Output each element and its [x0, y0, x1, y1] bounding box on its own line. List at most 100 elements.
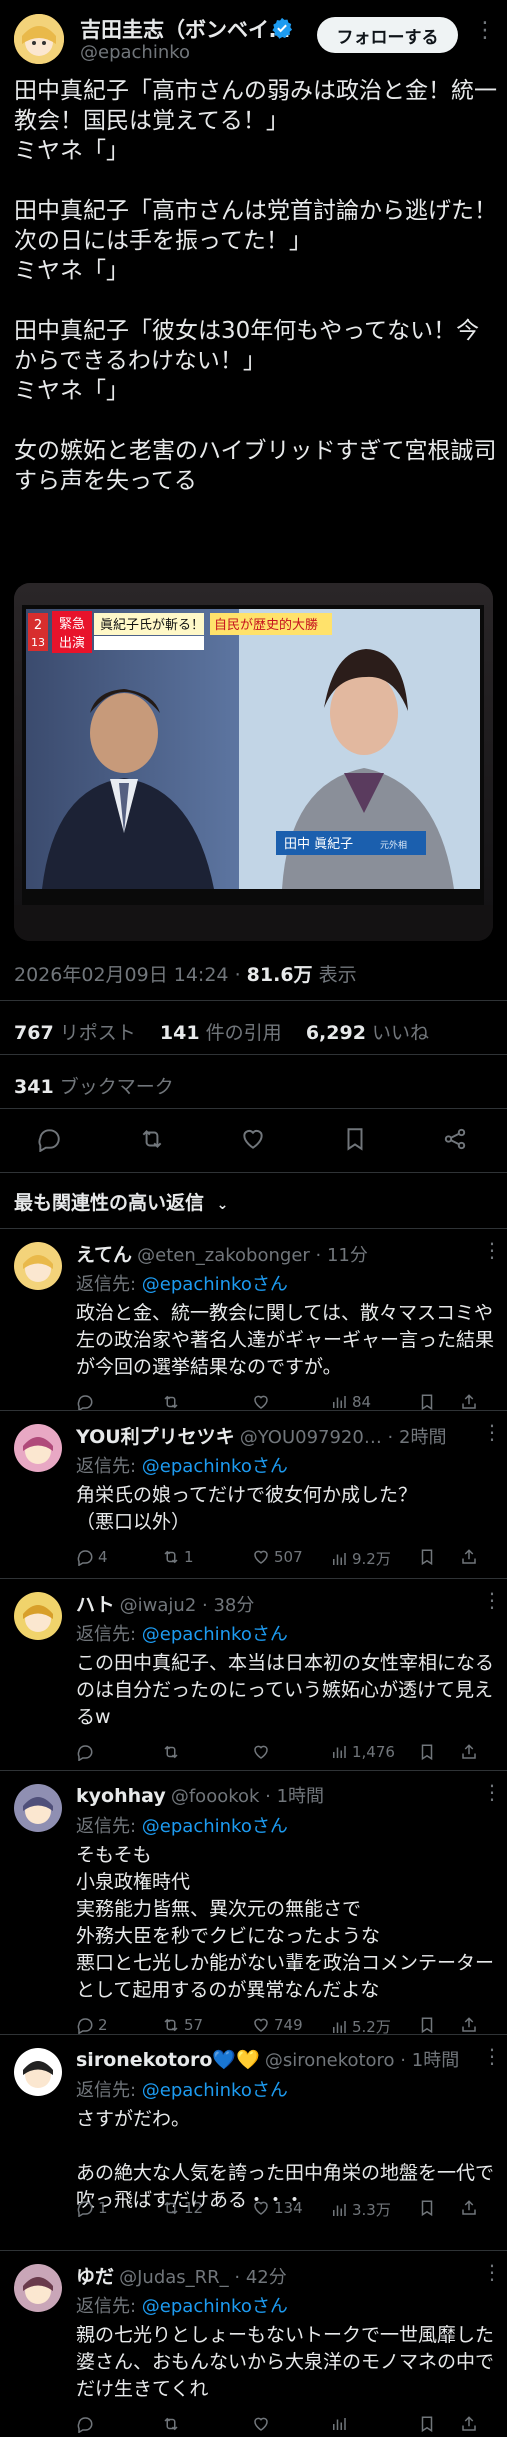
more-options-icon[interactable]: ⋮	[482, 1238, 502, 1262]
repost-icon[interactable]	[139, 1126, 165, 1152]
verified-badge-icon	[272, 17, 293, 39]
reply-repost-button[interactable]: 12	[162, 2199, 203, 2217]
reply-like-button[interactable]	[252, 1393, 274, 1411]
divider	[0, 1054, 507, 1055]
stats-row: 767 リポスト 141 件の引用 6,292 いいね	[14, 1018, 429, 1045]
reply-text: 親の七光りとしょーもないトークで一世風靡した婆さん、おもんないから大泉洋のモノマ…	[76, 2324, 495, 2400]
reply-bookmark-button[interactable]	[418, 2199, 436, 2217]
reply-author-name[interactable]: ゆだ	[76, 2266, 114, 2288]
reply-avatar[interactable]	[14, 1242, 62, 1290]
reply-author-handle[interactable]: @foookok · 1時間	[171, 1786, 324, 1807]
reply-like-button[interactable]	[252, 1743, 274, 1761]
reply-author-handle[interactable]: @iwaju2 · 38分	[120, 1595, 255, 1616]
reply-to-link[interactable]: @epachinkoさん	[142, 1456, 288, 1477]
reply-sort-dropdown[interactable]: 最も関連性の高い返信 ⌄	[14, 1188, 228, 1215]
reply-to-link[interactable]: @epachinkoさん	[142, 1624, 288, 1645]
view-count: 81.6万	[246, 964, 313, 986]
like-stat[interactable]: 6,292 いいね	[306, 1022, 429, 1044]
reply-repost-button[interactable]	[162, 1393, 184, 1411]
divider	[0, 1172, 507, 1173]
reply-like-button[interactable]: 749	[252, 2016, 303, 2034]
headline: 眞紀子氏が斬る！	[100, 618, 204, 633]
timestamp[interactable]: 2026年02月09日 14:24	[14, 964, 229, 986]
reply-actions: 1 12 134 3.3万	[76, 2199, 496, 2221]
bookmark-stat[interactable]: 341 ブックマーク	[14, 1072, 174, 1099]
reply-author-name[interactable]: えてん	[76, 1244, 132, 1266]
reply-reply-button[interactable]: 4	[76, 1548, 108, 1566]
reply-avatar[interactable]	[14, 1784, 62, 1832]
reply-repost-button[interactable]: 1	[162, 1548, 194, 1566]
reply-icon[interactable]	[36, 1126, 62, 1152]
repost-stat[interactable]: 767 リポスト	[14, 1022, 136, 1044]
reply-author-handle[interactable]: @sironekotoro · 1時間	[265, 2050, 459, 2071]
share-icon[interactable]	[442, 1126, 468, 1152]
more-options-icon[interactable]: ⋮	[482, 2044, 502, 2068]
reply-author-name[interactable]: YOU利プリセツキ	[76, 1426, 235, 1448]
quote-stat[interactable]: 141 件の引用	[160, 1022, 282, 1044]
bookmark-icon[interactable]	[342, 1126, 368, 1152]
reply-bookmark-button[interactable]	[418, 2415, 436, 2433]
author-handle[interactable]: @epachinko	[80, 42, 190, 63]
reply-reply-button[interactable]: 2	[76, 2016, 108, 2034]
reply-share-button[interactable]	[460, 2199, 478, 2217]
reply-repost-button[interactable]	[162, 1743, 184, 1761]
like-icon[interactable]	[240, 1126, 266, 1152]
reply-views[interactable]: 9.2万	[330, 1548, 391, 1569]
reply-author-name[interactable]: sironekotoro💙💛	[76, 2049, 260, 2071]
reply-to-link[interactable]: @epachinkoさん	[142, 2296, 288, 2317]
divider	[0, 1000, 507, 1001]
reply-like-button[interactable]: 134	[252, 2199, 303, 2217]
reply-views[interactable]: 3.3万	[330, 2199, 391, 2220]
reply-reply-button[interactable]	[76, 1393, 98, 1411]
reply-to-link[interactable]: @epachinkoさん	[142, 2080, 288, 2101]
tweet-image[interactable]: 2 13 緊急 出演 眞紀子氏が斬る！ 自民が歴史的大勝 田中 眞紀子 元外相	[14, 583, 493, 941]
reply-like-button[interactable]	[252, 2415, 274, 2433]
reply-views[interactable]: 84	[330, 1393, 371, 1411]
reply-avatar[interactable]	[14, 1592, 62, 1640]
reply-author-name[interactable]: ハト	[76, 1594, 115, 1616]
reply-share-button[interactable]	[460, 2415, 478, 2433]
more-options-icon[interactable]: ⋮	[474, 18, 496, 43]
reply-like-button[interactable]: 507	[252, 1548, 303, 1566]
reply-bookmark-button[interactable]	[418, 1393, 436, 1411]
more-options-icon[interactable]: ⋮	[482, 1420, 502, 1444]
author-avatar[interactable]	[14, 14, 64, 64]
reply-avatar[interactable]	[14, 2264, 62, 2312]
more-options-icon[interactable]: ⋮	[482, 1780, 502, 1804]
channel-number: 2	[34, 618, 42, 633]
divider	[0, 2034, 507, 2035]
chevron-down-icon: ⌄	[216, 1197, 229, 1213]
reply-text: さすがだわ。 あの絶大な人気を誇った田中角栄の地盤を一代で吹っ飛ばすだけある・・…	[76, 2108, 495, 2211]
more-options-icon[interactable]: ⋮	[482, 2260, 502, 2284]
reply-to-link[interactable]: @epachinkoさん	[142, 1816, 288, 1837]
reply-bookmark-button[interactable]	[418, 1743, 436, 1761]
reply-bookmark-button[interactable]	[418, 2016, 436, 2034]
reply-share-button[interactable]	[460, 1393, 478, 1411]
reply-author-name[interactable]: kyohhay	[76, 1785, 166, 1807]
more-options-icon[interactable]: ⋮	[482, 1588, 502, 1612]
reply-share-button[interactable]	[460, 1548, 478, 1566]
reply-avatar[interactable]	[14, 2048, 62, 2096]
reply-author-handle[interactable]: @YOU097920… · 2時間	[240, 1427, 447, 1448]
reply-reply-button[interactable]: 1	[76, 2199, 108, 2217]
reply-avatar[interactable]	[14, 1424, 62, 1472]
reply-views[interactable]: 1,476	[330, 1743, 395, 1761]
reply-bookmark-button[interactable]	[418, 1548, 436, 1566]
reply-author-handle[interactable]: @eten_zakobonger · 11分	[137, 1245, 368, 1266]
divider	[0, 2250, 507, 2251]
author-name[interactable]: 吉田圭志（ボンベイ…	[80, 14, 290, 44]
reply-share-button[interactable]	[460, 2016, 478, 2034]
reply-text: この田中真紀子、本当は日本初の女性宰相になるのは自分だったのにっていう嫉妬心が透…	[76, 1652, 495, 1728]
reply-share-button[interactable]	[460, 1743, 478, 1761]
reply-views[interactable]	[330, 2415, 352, 2433]
reply-repost-button[interactable]	[162, 2415, 184, 2433]
divider	[0, 1770, 507, 1771]
caption-name: 田中 眞紀子	[284, 837, 353, 852]
reply-reply-button[interactable]	[76, 1743, 98, 1761]
follow-button[interactable]: フォローする	[317, 17, 458, 53]
reply-repost-button[interactable]: 57	[162, 2016, 203, 2034]
reply-reply-button[interactable]	[76, 2415, 98, 2433]
divider	[0, 1228, 507, 1229]
reply-to-link[interactable]: @epachinkoさん	[142, 1274, 288, 1295]
reply-author-handle[interactable]: @Judas_RR_ · 42分	[119, 2267, 287, 2288]
